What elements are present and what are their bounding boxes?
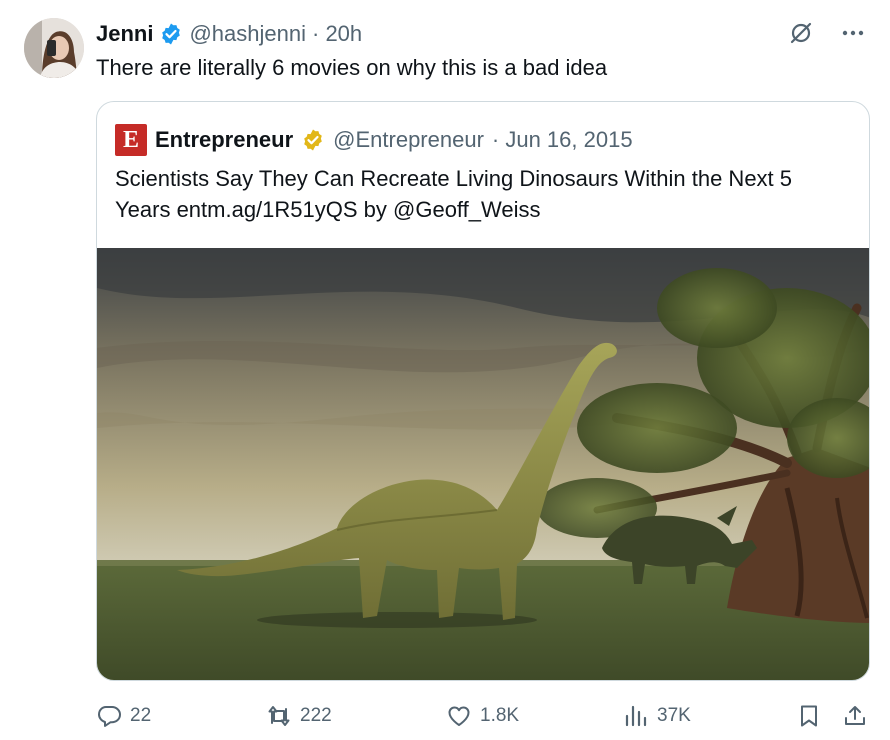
repost-count: 222 (300, 705, 332, 726)
author-handle[interactable]: @hashjenni (189, 21, 306, 47)
views-button[interactable]: 37K (623, 698, 691, 734)
reply-icon (98, 706, 121, 727)
share-icon (845, 706, 865, 725)
header-actions (786, 18, 868, 48)
quoted-tweet-text: Scientists Say They Can Recreate Living … (115, 166, 793, 222)
bookmark-button[interactable] (796, 698, 822, 734)
more-icon[interactable] (838, 18, 868, 48)
tweet-text: There are literally 6 movies on why this… (96, 55, 608, 80)
quoted-timestamp[interactable]: · Jun 16, 2015 (492, 127, 633, 153)
reply-count: 22 (130, 705, 152, 726)
tweet-timestamp[interactable]: · 20h (312, 21, 362, 47)
quoted-author-handle[interactable]: @Entrepreneur (333, 127, 484, 153)
views-icon (625, 705, 647, 727)
bookmark-icon (801, 705, 817, 727)
repost-button[interactable]: 222 (266, 698, 332, 734)
tweet[interactable]: Jenni @hashjenni · 20h There are literal… (0, 0, 890, 740)
repost-icon (268, 706, 290, 726)
entrepreneur-logo: E (115, 124, 147, 156)
dinosaur-image[interactable] (97, 248, 869, 680)
share-button[interactable] (842, 698, 868, 734)
avatar[interactable] (24, 18, 84, 78)
like-icon (448, 706, 470, 726)
quoted-tweet-header: E Entrepreneur @Entrepreneur · Jun 16, 2… (115, 124, 633, 156)
tweet-header: Jenni @hashjenni · 20h (96, 20, 362, 48)
like-button[interactable]: 1.8K (446, 698, 519, 734)
like-count: 1.8K (480, 705, 520, 726)
action-bar: 22 222 1.8K 37K (96, 698, 876, 734)
author-display-name[interactable]: Jenni (96, 21, 153, 47)
quoted-author-name[interactable]: Entrepreneur (155, 127, 293, 153)
grok-icon[interactable] (786, 18, 816, 48)
verified-badge-icon (159, 22, 183, 46)
quoted-tweet[interactable]: E Entrepreneur @Entrepreneur · Jun 16, 2… (96, 101, 870, 681)
gold-verified-badge-icon (301, 128, 325, 152)
reply-button[interactable]: 22 (96, 698, 151, 734)
view-count: 37K (657, 705, 691, 726)
